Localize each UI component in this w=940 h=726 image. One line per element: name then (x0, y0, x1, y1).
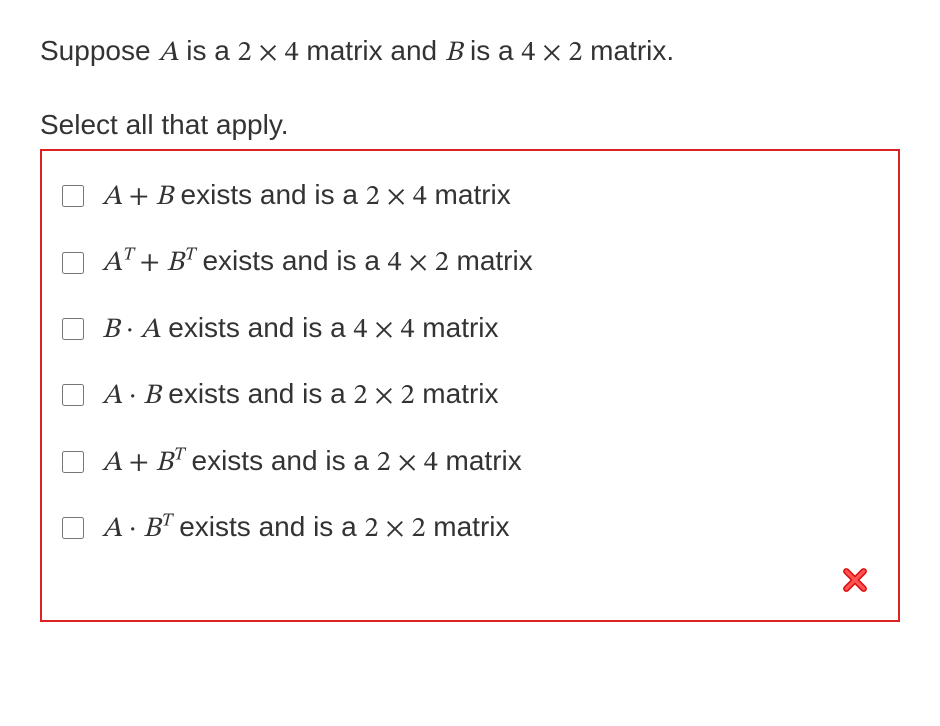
tail1: exists and is a (184, 445, 377, 476)
tail2: matrix (438, 445, 522, 476)
prompt-text-4: is a (462, 35, 521, 66)
feedback-row (62, 561, 878, 608)
prompt-dim-b: 4 × 2 (521, 39, 582, 67)
sup-b: T (184, 247, 195, 265)
option-label: A · B exists and is a 2 × 2 matrix (102, 376, 499, 414)
option-label: A + B exists and is a 2 × 4 matrix (102, 177, 511, 215)
option-row: A + B exists and is a 2 × 4 matrix (62, 163, 878, 229)
tail1: exists and is a (160, 312, 353, 343)
option-label: A + BT exists and is a 2 × 4 matrix (102, 443, 522, 481)
prompt-var-a: A (158, 39, 178, 67)
expr-b: A (140, 316, 160, 344)
option-label: A · BT exists and is a 2 × 2 matrix (102, 509, 509, 547)
expr-b: B (143, 515, 160, 543)
prompt-text-5: matrix. (582, 35, 674, 66)
op: + (122, 183, 155, 211)
option-label: AT + BT exists and is a 4 × 2 matrix (102, 243, 533, 281)
op: + (122, 449, 155, 477)
wrong-icon (842, 567, 868, 593)
option-checkbox-0[interactable] (62, 185, 84, 207)
prompt-text-1: Suppose (40, 35, 158, 66)
tail1: exists and is a (171, 511, 364, 542)
expr-a: A (102, 382, 122, 410)
expr-a: A (102, 515, 122, 543)
tail2: matrix (427, 179, 511, 210)
option-checkbox-1[interactable] (62, 252, 84, 274)
question-prompt: Suppose A is a 2 × 4 matrix and B is a 4… (40, 30, 900, 74)
dim: 2 × 2 (364, 515, 425, 543)
dim: 2 × 4 (377, 449, 438, 477)
instruction-text: Select all that apply. (40, 109, 900, 141)
option-row: A · B exists and is a 2 × 2 matrix (62, 362, 878, 428)
op: · (119, 316, 140, 344)
option-row: AT + BT exists and is a 4 × 2 matrix (62, 229, 878, 295)
tail1: exists and is a (173, 179, 366, 210)
expr-b: B (155, 449, 172, 477)
option-checkbox-3[interactable] (62, 384, 84, 406)
tail2: matrix (415, 312, 499, 343)
expr-a: A (102, 249, 122, 277)
dim: 4 × 2 (388, 249, 449, 277)
dim: 4 × 4 (353, 316, 414, 344)
dim: 2 × 4 (366, 183, 427, 211)
sup-a: T (122, 247, 133, 265)
expr-b: B (155, 183, 172, 211)
expr-b: B (143, 382, 160, 410)
op: + (133, 249, 166, 277)
option-row: A + BT exists and is a 2 × 4 matrix (62, 429, 878, 495)
expr-a: A (102, 183, 122, 211)
tail1: exists and is a (195, 245, 388, 276)
op: · (122, 515, 143, 543)
expr-b: B (166, 249, 183, 277)
option-checkbox-4[interactable] (62, 451, 84, 473)
options-container: A + B exists and is a 2 × 4 matrix AT + … (40, 149, 900, 622)
tail2: matrix (425, 511, 509, 542)
prompt-var-b: B (445, 39, 462, 67)
option-row: A · BT exists and is a 2 × 2 matrix (62, 495, 878, 561)
prompt-text-3: matrix and (299, 35, 445, 66)
prompt-dim-a: 2 × 4 (238, 39, 299, 67)
expr-a: A (102, 449, 122, 477)
op: · (122, 382, 143, 410)
prompt-text-2: is a (178, 35, 237, 66)
option-checkbox-2[interactable] (62, 318, 84, 340)
dim: 2 × 2 (353, 382, 414, 410)
option-label: B · A exists and is a 4 × 4 matrix (102, 310, 499, 348)
tail1: exists and is a (160, 378, 353, 409)
tail2: matrix (449, 245, 533, 276)
tail2: matrix (415, 378, 499, 409)
expr-a: B (102, 316, 119, 344)
sup-b: T (173, 446, 184, 464)
sup-b: T (160, 513, 171, 531)
option-row: B · A exists and is a 4 × 4 matrix (62, 296, 878, 362)
option-checkbox-5[interactable] (62, 517, 84, 539)
